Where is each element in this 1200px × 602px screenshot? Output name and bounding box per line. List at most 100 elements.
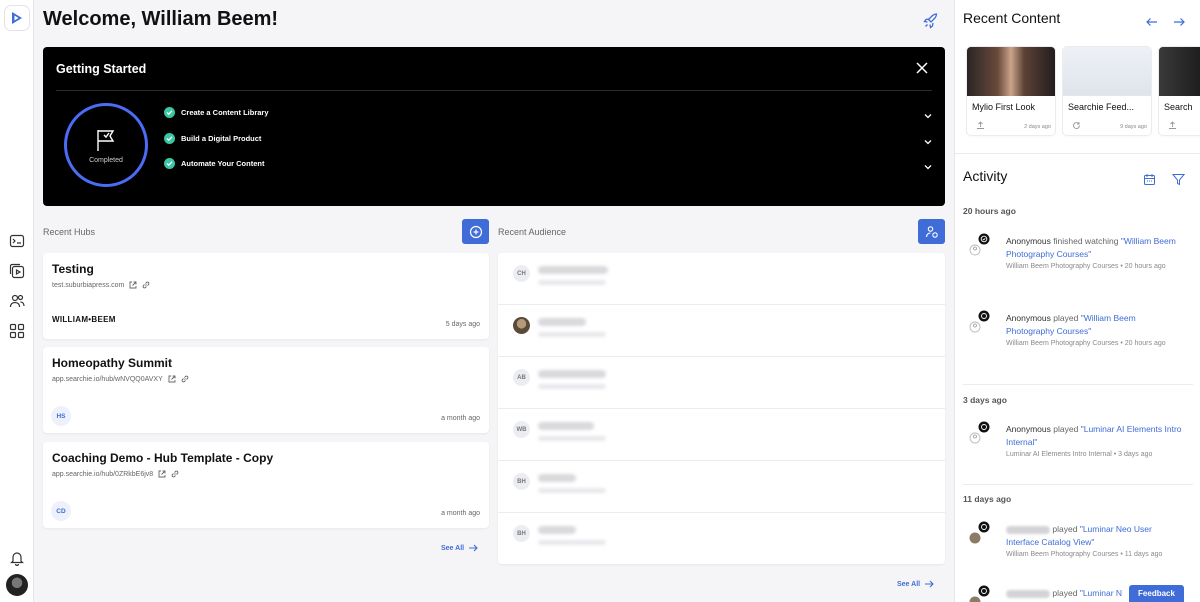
audience-avatar: CH [513,265,530,282]
copy-link-icon[interactable] [171,470,179,478]
audience-see-all-link[interactable]: See All [897,580,934,588]
hub-url-row: app.searchie.io/hub/0ZRkbE6jv8 [52,470,179,478]
content-thumbnail [1063,47,1151,96]
recent-hubs-label: Recent Hubs [43,227,96,237]
audience-avatar: BH [513,525,530,542]
content-title: Searchie Feed... [1068,102,1135,112]
hub-url-row: app.searchie.io/hub/wNVQQ0AVXY [52,375,189,383]
progress-status: Completed [89,156,123,164]
check-icon [164,106,175,118]
see-all-label: See All [441,544,465,552]
chevron-down-icon[interactable] [924,158,934,170]
notifications-bell-icon[interactable] [7,548,27,568]
rocket-icon[interactable] [922,12,942,32]
chevron-down-icon[interactable] [924,133,934,145]
hub-url: test.suburbiapress.com [52,281,125,289]
activity-meta: William Beem Photography Courses • 20 ho… [1006,263,1166,270]
hub-name: Testing [52,262,94,276]
step-label: Create a Content Library [181,107,269,117]
add-hub-button[interactable] [462,219,489,244]
arrow-right-icon [925,580,934,588]
content-card[interactable]: Searchie Feed... 9 days ago [1063,47,1151,135]
activity-user: Anonymous [1006,313,1051,323]
divider [955,153,1200,154]
step-create-library[interactable]: Create a Content Library [164,104,934,120]
audience-avatar: BH [513,473,530,490]
recent-audience-label: Recent Audience [498,227,567,237]
audience-manage-button[interactable] [918,219,945,244]
audience-name-redacted [538,370,606,378]
progress-ring: Completed [64,103,148,187]
hubs-see-all-link[interactable]: See All [441,544,478,552]
activity-item-link[interactable]: "Luminar N [1080,588,1122,598]
app-logo-icon[interactable] [5,6,29,30]
upload-icon [1169,121,1176,129]
content-card[interactable]: Search [1159,47,1200,135]
audience-icon[interactable] [7,291,27,311]
step-automate-content[interactable]: Automate Your Content [164,155,934,171]
page-title: Welcome, William Beem! [43,8,279,30]
hub-url: app.searchie.io/hub/wNVQQ0AVXY [52,375,163,383]
external-link-icon[interactable] [129,281,137,289]
activity-action: played [1053,313,1079,323]
activity-group-date: 11 days ago [963,494,1012,504]
arrow-right-icon[interactable] [1173,15,1185,27]
audience-sub-redacted [538,488,606,493]
audience-row[interactable]: WB [498,409,945,461]
hub-card-homeopathy[interactable]: Homeopathy Summit app.searchie.io/hub/wN… [43,347,489,433]
activity-user-redacted [1006,589,1050,598]
step-build-product[interactable]: Build a Digital Product [164,130,934,146]
hub-age: 5 days ago [445,321,480,328]
step-label: Build a Digital Product [181,133,262,143]
close-icon[interactable] [916,61,930,75]
media-library-icon[interactable] [7,261,27,281]
activity-user-played-icon [969,310,990,333]
activity-meta: Luminar AI Elements Intro Internal • 3 d… [1006,451,1153,458]
content-card[interactable]: Mylio First Look 2 days ago [967,47,1055,135]
activity-group-date: 20 hours ago [963,206,1016,216]
activity-title: Activity [963,168,1008,184]
right-panel: Recent Content Mylio First Look 2 days a… [954,0,1200,602]
activity-user: Anonymous [1006,236,1051,246]
filter-icon[interactable] [1171,173,1186,186]
content-thumbnail [1159,47,1200,96]
plus-circle-icon [469,225,482,238]
audience-row[interactable] [498,305,945,357]
audience-row[interactable]: BH [498,513,945,565]
audience-row[interactable]: CH [498,253,945,305]
audience-row[interactable]: BH [498,461,945,513]
audience-sub-redacted [538,384,606,389]
hub-age: a month ago [441,510,480,517]
arrow-left-icon[interactable] [1146,15,1158,27]
chevron-down-icon[interactable] [924,107,934,119]
audience-sub-redacted [538,280,606,285]
audience-name-redacted [538,474,576,482]
audience-sub-redacted [538,540,606,545]
copy-link-icon[interactable] [181,375,189,383]
hub-card-coaching-demo[interactable]: Coaching Demo - Hub Template - Copy app.… [43,442,489,528]
external-link-icon[interactable] [158,470,166,478]
recent-audience-list: CH AB WB BH BH [498,253,945,564]
hub-initials-badge: CD [51,501,71,521]
hub-card-testing[interactable]: Testing test.suburbiapress.com WILLIAM•B… [43,253,489,339]
activity-group-date: 3 days ago [963,395,1007,405]
audience-row[interactable]: AB [498,357,945,409]
user-avatar[interactable] [6,574,28,596]
activity-meta: William Beem Photography Courses • 11 da… [1006,551,1163,558]
audience-sub-redacted [538,332,606,337]
feedback-button[interactable]: Feedback [1129,585,1184,602]
content-library-icon[interactable] [7,231,27,251]
hub-name: Coaching Demo - Hub Template - Copy [52,451,274,465]
audience-name-redacted [538,526,576,534]
content-title: Mylio First Look [972,102,1036,112]
calendar-icon[interactable] [1143,173,1156,186]
external-link-icon[interactable] [168,375,176,383]
copy-link-icon[interactable] [142,281,150,289]
divider [963,384,1193,385]
hubs-icon[interactable] [7,321,27,341]
audience-avatar: AB [513,369,530,386]
hub-url: app.searchie.io/hub/0ZRkbE6jv8 [52,470,154,478]
hub-logo: WILLIAM•BEEM [52,315,116,324]
activity-user: Anonymous [1006,424,1051,434]
audience-avatar [513,317,530,334]
